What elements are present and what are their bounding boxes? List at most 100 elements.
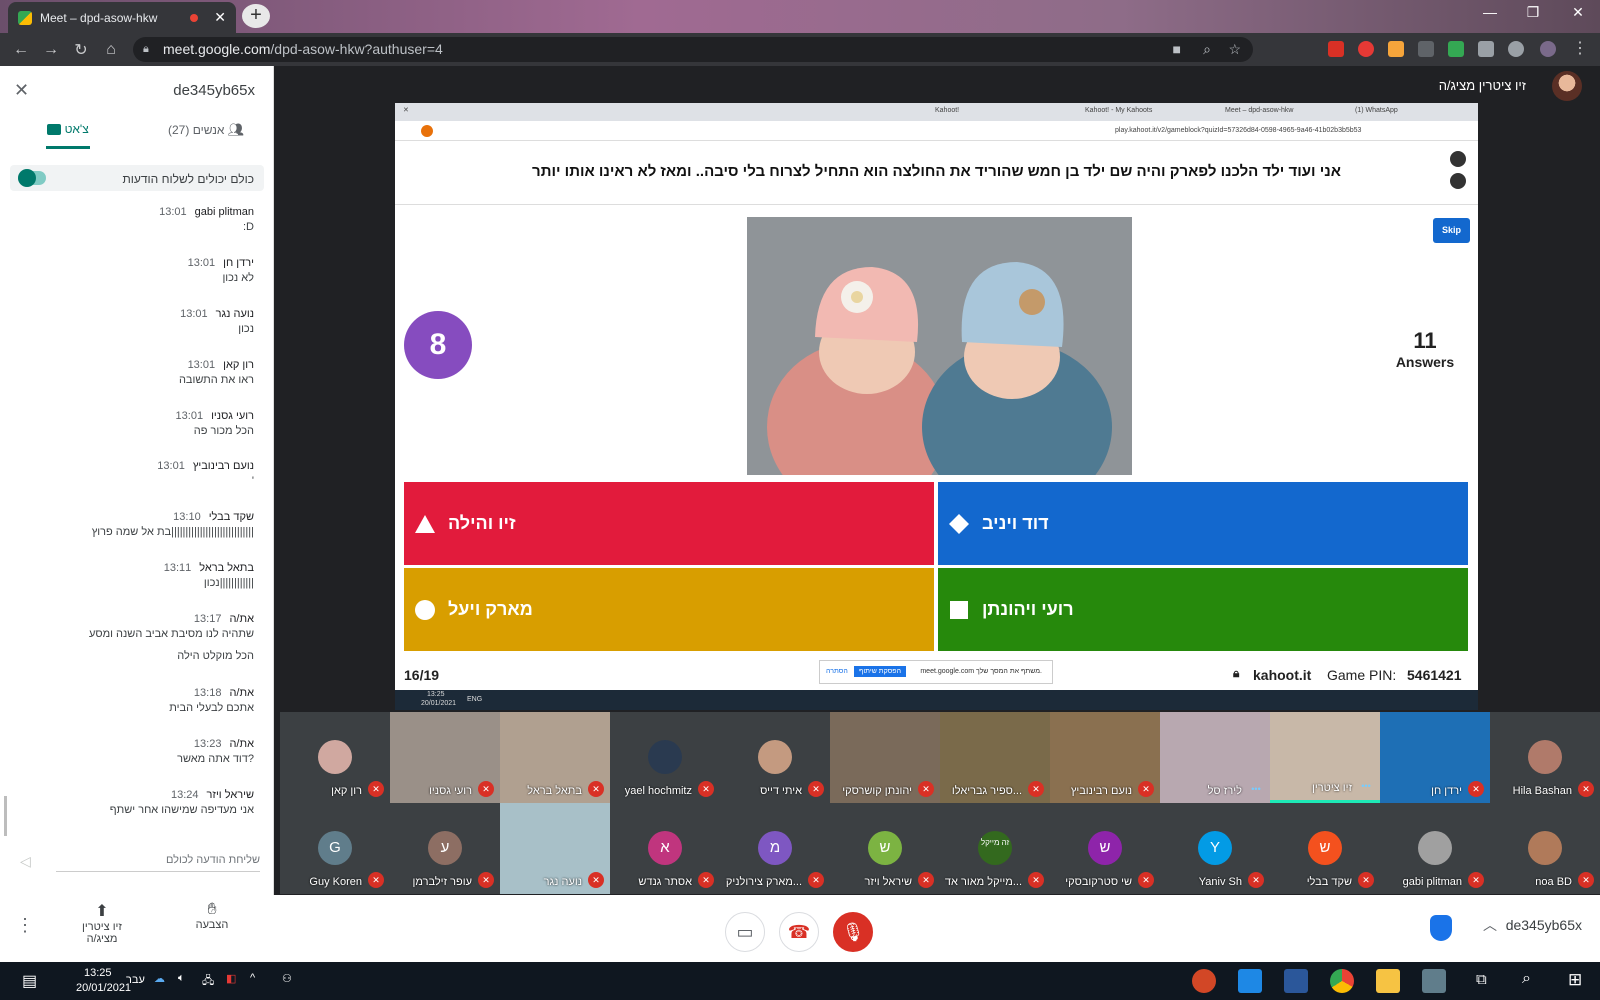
new-tab-button[interactable]: + [242, 4, 270, 28]
calculator-icon[interactable] [1422, 969, 1446, 993]
extension-meet-icon[interactable] [1448, 41, 1464, 57]
notifications-icon[interactable]: ▤ [22, 971, 37, 991]
acrobat-tray-icon[interactable]: ◧ [226, 972, 236, 985]
mic-off-icon: 🎙︎ [841, 922, 865, 942]
participant-tile[interactable]: yael hochmitz ✕ [610, 712, 720, 803]
windows-start-icon[interactable]: ⊞ [1568, 970, 1582, 990]
participant-tile[interactable]: ש שיראל ויזר ✕ [830, 803, 940, 894]
address-bar[interactable]: 🔒︎ meet.google.com/dpd-asow-hkw?authuser… [133, 37, 1253, 62]
profile-avatar[interactable] [1540, 41, 1556, 57]
browser-menu-icon[interactable]: ⋮ [1572, 38, 1588, 58]
message-text: אתכם לבעלי הבית [169, 702, 254, 714]
participant-tile[interactable]: נועה נגר ✕ [500, 803, 610, 894]
participant-tile[interactable]: ש שקד בבלי ✕ [1270, 803, 1380, 894]
participant-tile[interactable]: ירדן חן ✕ [1380, 712, 1490, 803]
participant-name: זיו ציטרין [1312, 782, 1352, 794]
people-taskbar-icon[interactable]: ⚇ [282, 972, 292, 985]
chat-scrollbar[interactable] [4, 796, 7, 836]
answers-counter: 11 Answers [1385, 328, 1465, 372]
network-icon[interactable]: 🖧︎ [202, 972, 214, 991]
mic-off-icon: ✕ [1468, 872, 1484, 888]
mic-off-icon: ✕ [808, 781, 824, 797]
minimize-icon[interactable]: — [1475, 4, 1505, 20]
task-view-icon[interactable]: ⧉ [1476, 971, 1487, 988]
participant-tile[interactable]: G Guy Koren ✕ [280, 803, 390, 894]
participant-tile[interactable]: Y Yaniv Sh ✕ [1160, 803, 1270, 894]
tab-chat-label: צ'אט [64, 122, 89, 136]
shared-url: play.kahoot.it/v2/gameblock?quizId=57326… [1115, 127, 1362, 134]
participant-tile[interactable]: זה מייקל מייקל מאור אד... ✕ [940, 803, 1050, 894]
extension-hand-icon[interactable] [1358, 41, 1374, 57]
input-language[interactable]: עבר [126, 974, 145, 986]
participant-name: עופר זילברמן [412, 876, 472, 888]
participant-tile[interactable]: זיו ציטרין ••• [1270, 712, 1380, 803]
participant-tile[interactable]: ש שי סטרקובסקי ✕ [1050, 803, 1160, 894]
back-icon[interactable]: ← [6, 41, 36, 59]
clock-time: 13:25 [84, 967, 112, 979]
allow-messages-toggle[interactable] [18, 169, 46, 187]
more-options-icon[interactable]: ⋮ [16, 915, 34, 936]
extensions-puzzle-icon[interactable] [1508, 41, 1524, 57]
tab-people[interactable]: אנשים (27) 👥︎ [168, 122, 244, 138]
participant-tile[interactable]: מ מארק צירולניק... ✕ [720, 803, 830, 894]
leave-call-button[interactable]: ☎︎ [779, 912, 819, 952]
search-icon[interactable]: ⌕ [1522, 970, 1531, 988]
extension-grid-icon[interactable] [1418, 41, 1434, 57]
restore-icon[interactable]: ❐ [1518, 4, 1548, 21]
participant-name: נועה נגר [543, 876, 582, 888]
camera-icon[interactable]: ■ [1173, 37, 1181, 62]
participant-avatar [318, 740, 352, 774]
forward-icon[interactable]: → [36, 41, 66, 59]
browser-tab-meet[interactable]: Meet – dpd-asow-hkw ✕ [8, 2, 236, 33]
close-panel-icon[interactable]: ✕ [14, 80, 29, 101]
onedrive-icon[interactable]: ☁︎ [154, 972, 165, 985]
tab-close-icon[interactable]: ✕ [214, 9, 226, 26]
extension-lock-icon[interactable] [1328, 41, 1344, 57]
present-button[interactable]: ⬆︎ זיו ציטרין מציג/ה [80, 901, 124, 945]
volume-icon[interactable]: 🔈︎ [178, 972, 185, 985]
zoom-icon[interactable]: ⌕ [1203, 37, 1211, 62]
participant-tile[interactable]: נועם רבינוביץ ✕ [1050, 712, 1160, 803]
extension-square-icon[interactable] [1478, 41, 1494, 57]
speaking-icon: ••• [1361, 781, 1371, 791]
file-explorer-icon[interactable] [1376, 969, 1400, 993]
participant-name: Hila Bashan [1512, 785, 1572, 797]
participant-tile[interactable]: רועי גסניו ✕ [390, 712, 500, 803]
raise-hand-button[interactable]: ✋︎ הצבעה [190, 901, 234, 931]
participant-tile[interactable]: gabi plitman ✕ [1380, 803, 1490, 894]
extension-key-icon[interactable] [1388, 41, 1404, 57]
video-app-icon[interactable] [1238, 969, 1262, 993]
participant-tile[interactable]: איתי דייס ✕ [720, 712, 830, 803]
security-shield-icon[interactable] [1430, 915, 1452, 941]
bookmark-star-icon[interactable]: ☆ [1228, 37, 1241, 62]
chrome-icon[interactable] [1330, 969, 1354, 993]
home-icon[interactable]: ⌂ [96, 41, 126, 59]
chat-message-input[interactable]: שליחת הודעה לכולם [56, 850, 260, 872]
meeting-details-button[interactable]: de345yb65x [1506, 917, 1582, 933]
word-icon[interactable] [1284, 969, 1308, 993]
participant-tile[interactable]: בתאל בראל ✕ [500, 712, 610, 803]
reload-icon[interactable]: ↻ [66, 40, 96, 60]
participant-avatar: מ [758, 831, 792, 865]
skip-button[interactable]: Skip [1433, 218, 1470, 243]
participant-tile[interactable]: noa BD ✕ [1490, 803, 1600, 894]
powerpoint-icon[interactable] [1192, 969, 1216, 993]
participant-tile[interactable]: יהונתן קושרסקי ✕ [830, 712, 940, 803]
tray-chevron-icon[interactable]: ^ [250, 972, 255, 984]
participant-tile[interactable]: רון קאן ✕ [280, 712, 390, 803]
chevron-up-icon[interactable]: ︿ [1483, 915, 1497, 935]
window-close-icon[interactable]: ✕ [1563, 4, 1593, 21]
participant-tile[interactable]: א אסתר גנדש ✕ [610, 803, 720, 894]
message-text: נכון [238, 323, 254, 335]
camera-toggle-button[interactable]: ▭ [725, 912, 765, 952]
participant-tile[interactable]: ספיר גבריאלו... ✕ [940, 712, 1050, 803]
shared-taskbar: 13:25 20/01/2021 ENG [395, 690, 1478, 710]
tab-chat[interactable]: צ'אט [46, 122, 90, 149]
participant-tile[interactable]: ע עופר זילברמן ✕ [390, 803, 500, 894]
mic-toggle-button[interactable]: 🎙︎ [833, 912, 873, 952]
message-sender: רועי גסניו [211, 410, 254, 422]
message-time: 13:01 [180, 308, 208, 320]
participant-tile[interactable]: Hila Bashan ✕ [1490, 712, 1600, 803]
send-icon[interactable]: ◁ [20, 853, 31, 870]
participant-tile[interactable]: לירז סל ••• [1160, 712, 1270, 803]
